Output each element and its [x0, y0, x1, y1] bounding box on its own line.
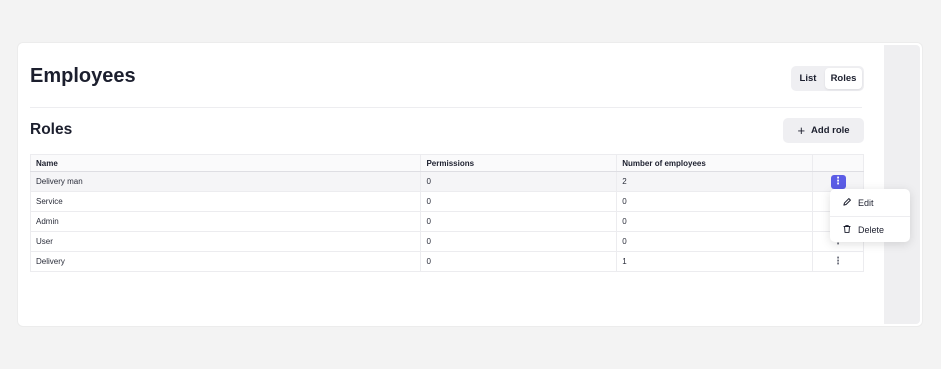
cell-permissions: 0	[420, 191, 618, 212]
table-row[interactable]: Service 0 0 ⋮	[29, 191, 864, 212]
page-title: Employees	[30, 65, 136, 87]
cell-employee-count: 0	[616, 231, 814, 252]
plus-icon: +	[797, 123, 806, 138]
table-row[interactable]: Admin 0 0 ⋮	[29, 211, 864, 232]
menu-item-delete[interactable]: Delete	[830, 218, 910, 242]
column-header-permissions[interactable]: Permissions	[420, 154, 618, 172]
view-toggle: List Roles	[791, 66, 864, 91]
cell-employee-count: 1	[616, 251, 814, 272]
section-title: Roles	[30, 121, 73, 138]
row-action-menu: Edit Delete	[830, 189, 910, 242]
column-header-name[interactable]: Name	[29, 154, 422, 172]
add-role-label: Add role	[811, 125, 850, 136]
table-row[interactable]: Delivery man 0 2 ⋮	[29, 171, 864, 192]
toggle-list-button[interactable]: List	[793, 68, 823, 89]
menu-item-label: Delete	[858, 225, 885, 235]
cell-role-name: Delivery man	[29, 171, 422, 192]
more-vertical-icon[interactable]: ⋮	[830, 174, 846, 189]
trash-icon	[842, 224, 852, 236]
pencil-icon	[842, 197, 852, 209]
cell-permissions: 0	[420, 231, 618, 252]
cell-permissions: 0	[420, 251, 618, 272]
main-card: Employees List Roles Roles + Add role Na…	[17, 42, 923, 327]
roles-table: Name Permissions Number of employees Del…	[29, 154, 864, 272]
column-header-employees[interactable]: Number of employees	[616, 154, 814, 172]
more-vertical-icon[interactable]: ⋮	[831, 255, 846, 269]
toggle-roles-button[interactable]: Roles	[825, 68, 862, 89]
table-row[interactable]: User 0 0 ⋮	[29, 231, 864, 252]
table-row[interactable]: Delivery 0 1 ⋮	[29, 251, 864, 272]
cell-permissions: 0	[420, 211, 618, 232]
cell-role-name: User	[29, 231, 422, 252]
menu-item-edit[interactable]: Edit	[830, 191, 910, 215]
cell-employee-count: 0	[616, 191, 814, 212]
menu-item-label: Edit	[858, 198, 874, 208]
column-header-actions	[812, 154, 864, 172]
cell-permissions: 0	[420, 171, 618, 192]
menu-divider	[830, 216, 910, 217]
cell-role-name: Delivery	[29, 251, 422, 272]
side-panel-strip	[884, 45, 920, 324]
cell-role-name: Service	[29, 191, 422, 212]
cell-role-name: Admin	[29, 211, 422, 232]
cell-employee-count: 2	[616, 171, 814, 192]
cell-employee-count: 0	[616, 211, 814, 232]
table-header-row: Name Permissions Number of employees	[29, 154, 864, 172]
add-role-button[interactable]: + Add role	[783, 118, 864, 143]
header-divider	[30, 107, 862, 108]
